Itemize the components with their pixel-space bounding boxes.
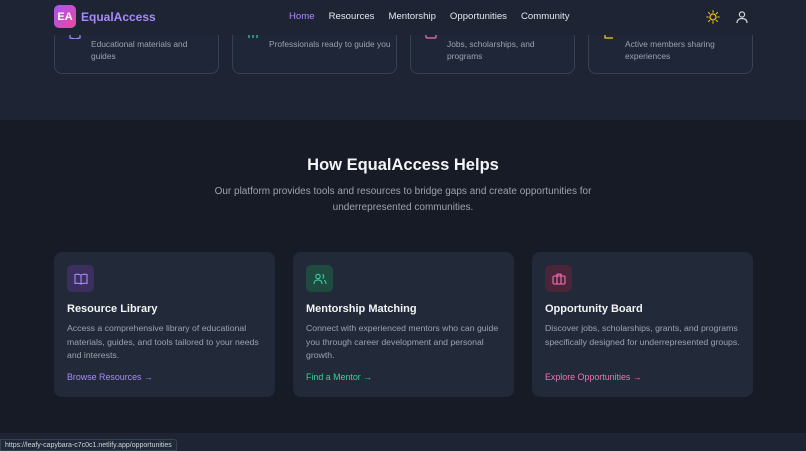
- feature-title: Resource Library: [67, 303, 158, 315]
- nav-link-mentorship[interactable]: Mentorship: [388, 11, 435, 22]
- section-subtitle: Our platform provides tools and resource…: [214, 186, 592, 213]
- explore-opportunities-link[interactable]: Explore Opportunities →: [545, 372, 642, 382]
- nav-links: Home Resources Mentorship Opportunities …: [289, 11, 570, 22]
- nav-link-community[interactable]: Community: [521, 11, 570, 22]
- stat-text: Professionals ready to guide you: [269, 39, 391, 49]
- logo-badge[interactable]: EA: [54, 5, 76, 28]
- briefcase-icon: [545, 265, 572, 292]
- stat-text: Educational materials and guides: [91, 39, 188, 61]
- status-bar-url: https://leafy-capybara-c7c0c1.netlify.ap…: [0, 439, 177, 451]
- logo-text[interactable]: EqualAccess: [81, 10, 156, 24]
- feature-card-mentorship-matching: Mentorship Matching Connect with experie…: [293, 252, 514, 397]
- feature-desc: Discover jobs, scholarships, grants, and…: [545, 323, 740, 347]
- nav-link-resources[interactable]: Resources: [329, 11, 375, 22]
- user-icon[interactable]: [735, 10, 749, 24]
- browse-resources-link[interactable]: Browse Resources →: [67, 372, 153, 382]
- feature-desc: Access a comprehensive library of educat…: [67, 323, 259, 360]
- feature-desc: Connect with experienced mentors who can…: [306, 323, 499, 360]
- nav-link-home[interactable]: Home: [289, 11, 315, 22]
- feature-title: Mentorship Matching: [306, 303, 417, 315]
- navbar: EA EqualAccess Home Resources Mentorship…: [0, 0, 806, 35]
- feature-card-opportunity-board: Opportunity Board Discover jobs, scholar…: [532, 252, 753, 397]
- book-open-icon: [67, 265, 94, 292]
- sun-icon[interactable]: [706, 10, 720, 24]
- stat-text: Active members sharing experiences: [625, 39, 715, 61]
- feature-card-resource-library: Resource Library Access a comprehensive …: [54, 252, 275, 397]
- users-icon: [306, 265, 333, 292]
- stat-text: Jobs, scholarships, and programs: [447, 39, 535, 61]
- find-mentor-link[interactable]: Find a Mentor →: [306, 372, 372, 382]
- feature-title: Opportunity Board: [545, 303, 643, 315]
- nav-link-opportunities[interactable]: Opportunities: [450, 11, 507, 22]
- section-title: How EqualAccess Helps: [307, 156, 499, 174]
